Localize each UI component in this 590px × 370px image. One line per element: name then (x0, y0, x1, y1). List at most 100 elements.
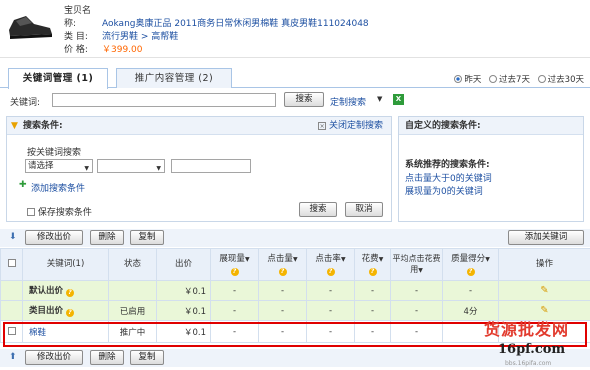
help-icon: ? (230, 267, 239, 276)
recommended-link-clicks[interactable]: 点击量大于0的关键词 (405, 171, 492, 184)
watermark-domain: 16pf.com (498, 342, 566, 357)
edit-icon[interactable]: ✎ (540, 285, 548, 296)
row-avg-cpc: - (390, 280, 443, 301)
product-category[interactable]: 流行男鞋 > 高帮鞋 (102, 32, 178, 42)
add-condition-link[interactable]: 添加搜索条件 (31, 181, 85, 194)
range-yesterday[interactable]: 昨天 (454, 75, 481, 85)
sort-icon: ▼ (485, 255, 490, 263)
condition-value-input[interactable] (171, 159, 251, 173)
col-clicks[interactable]: 点击量▼? (258, 248, 307, 281)
sort-icon: ▼ (378, 255, 384, 263)
radio-icon (489, 75, 498, 83)
radio-icon (537, 75, 546, 83)
chevron-down-icon: ▼ (156, 165, 161, 172)
row-keyword: 默认出价 ? (22, 280, 109, 301)
excel-icon[interactable]: X (393, 94, 404, 105)
row-status: 已启用 (108, 300, 157, 321)
keyword-input[interactable] (52, 93, 276, 107)
row-cost: - (354, 300, 391, 321)
arrow-up-icon: ⬆ (9, 352, 17, 362)
help-icon: ? (278, 267, 287, 276)
range-7days[interactable]: 过去7天 (489, 75, 530, 85)
sort-icon: ▼ (292, 255, 298, 263)
panel-search-button[interactable]: 搜索 (299, 202, 337, 217)
col-cost[interactable]: 花费▼? (354, 248, 391, 281)
product-header: 宝贝名称: Aokang奥康正品 2011商务日常休闲男棉鞋 真皮男鞋111024… (0, 0, 590, 58)
help-icon: ? (326, 267, 335, 276)
delete-button-bottom[interactable]: 删除 (90, 350, 124, 365)
edit-price-button-bottom[interactable]: 修改出价 (25, 350, 83, 365)
edit-price-button[interactable]: 修改出价 (25, 230, 83, 245)
product-price-label: 价 格: (64, 45, 88, 55)
product-name[interactable]: Aokang奥康正品 2011商务日常休闲男棉鞋 真皮男鞋111024048 (102, 19, 369, 29)
recommended-conditions-title: 系统推荐的搜索条件: (405, 160, 490, 170)
table-row: 默认出价 ? ￥0.1 - - - - - - ✎ (0, 280, 590, 301)
row-keyword: 类目出价 ? (22, 300, 109, 321)
date-range-options: 昨天 过去7天 过去30天 (449, 73, 584, 85)
chevron-down-icon[interactable]: ▼ (377, 95, 382, 103)
close-custom-search-link[interactable]: × 关闭定制搜索 (318, 117, 383, 135)
range-30days[interactable]: 过去30天 (537, 75, 584, 85)
table-toolbar-top: ⬇ 修改出价 删除 复制 添加关键词 (0, 229, 590, 247)
arrow-down-icon: ⬇ (9, 232, 17, 242)
radio-icon (454, 75, 463, 83)
help-icon: ? (466, 267, 475, 276)
checkbox-icon (27, 208, 35, 216)
help-icon: ? (65, 289, 74, 297)
sort-icon: ▼ (244, 255, 250, 263)
edit-icon[interactable]: ✎ (540, 305, 548, 316)
tab-keyword-management[interactable]: 关键词管理 (1) (8, 68, 108, 89)
add-keyword-button[interactable]: 添加关键词 (508, 230, 584, 245)
filter-icon: ▼ (11, 121, 18, 131)
col-bid: 出价 (156, 248, 211, 281)
row-status (108, 280, 157, 301)
col-ctr[interactable]: 点击率▼? (306, 248, 355, 281)
row-ctr: - (306, 280, 355, 301)
condition-operator-select[interactable]: ▼ (97, 159, 165, 173)
col-avg-cpc[interactable]: 平均点击花费用▼ (390, 248, 443, 281)
delete-button[interactable]: 删除 (90, 230, 124, 245)
keyword-search-bar: 关键词: 搜索 定制搜索 ▼ X (0, 92, 590, 110)
custom-search-link[interactable]: 定制搜索 (330, 95, 366, 108)
col-actions: 操作 (498, 248, 590, 281)
custom-conditions-title: 自定义的搜索条件: (399, 117, 583, 135)
custom-conditions-panel: 自定义的搜索条件: 系统推荐的搜索条件: 点击量大于0的关键词 展现量为0的关键… (398, 116, 584, 222)
row-clicks: - (258, 280, 307, 301)
product-name-label: 宝贝名称: (64, 6, 92, 29)
table-header-row: 关键词(1) 状态 出价 展现量▼? 点击量▼? 点击率▼? 花费▼? 平均点击… (0, 248, 590, 281)
panel-cancel-button[interactable]: 取消 (345, 202, 383, 217)
row-bid[interactable]: ￥0.1 (156, 280, 211, 301)
condition-field-select[interactable]: 请选择 ▼ (25, 159, 93, 173)
col-status: 状态 (108, 248, 157, 281)
search-conditions-panel: ▼ 搜索条件: × 关闭定制搜索 按关键词搜索 请选择 ▼ ▼ ✚ 添加搜索条件 … (6, 116, 392, 222)
recommended-link-impressions[interactable]: 展现量为0的关键词 (405, 184, 483, 197)
by-keyword-label: 按关键词搜索 (27, 148, 82, 158)
col-keyword[interactable]: 关键词(1) (22, 248, 109, 281)
keyword-label: 关键词: (10, 98, 41, 108)
select-all-cell[interactable] (0, 248, 23, 281)
save-condition-checkbox[interactable]: 保存搜索条件 (27, 205, 92, 218)
row-actions: ✎ (498, 280, 590, 301)
copy-button[interactable]: 复制 (130, 230, 164, 245)
search-conditions-title: 搜索条件: (23, 121, 63, 131)
product-price: ￥399.00 (102, 45, 143, 55)
checkbox-icon (7, 259, 16, 267)
col-impressions[interactable]: 展现量▼? (210, 248, 259, 281)
row-impressions: - (210, 300, 259, 321)
row-quality: - (442, 280, 499, 301)
chevron-down-icon: ▼ (84, 165, 89, 172)
tab-content-management[interactable]: 推广内容管理 (2) (116, 68, 232, 88)
row-bid[interactable]: ￥0.1 (156, 300, 211, 321)
col-quality[interactable]: 质量得分▼? (442, 248, 499, 281)
row-ctr: - (306, 300, 355, 321)
keyword-search-button[interactable]: 搜索 (284, 92, 324, 107)
close-icon: × (318, 122, 327, 130)
add-icon[interactable]: ✚ (19, 180, 27, 190)
row-avg-cpc: - (390, 300, 443, 321)
help-icon: ? (65, 309, 74, 317)
copy-button-bottom[interactable]: 复制 (130, 350, 164, 365)
search-conditions-header: ▼ 搜索条件: × 关闭定制搜索 (7, 117, 391, 135)
sort-icon: ▼ (418, 267, 423, 274)
watermark-text: 货源批发网 (484, 320, 570, 339)
watermark-url: bbs.16pifa.com (505, 360, 552, 367)
